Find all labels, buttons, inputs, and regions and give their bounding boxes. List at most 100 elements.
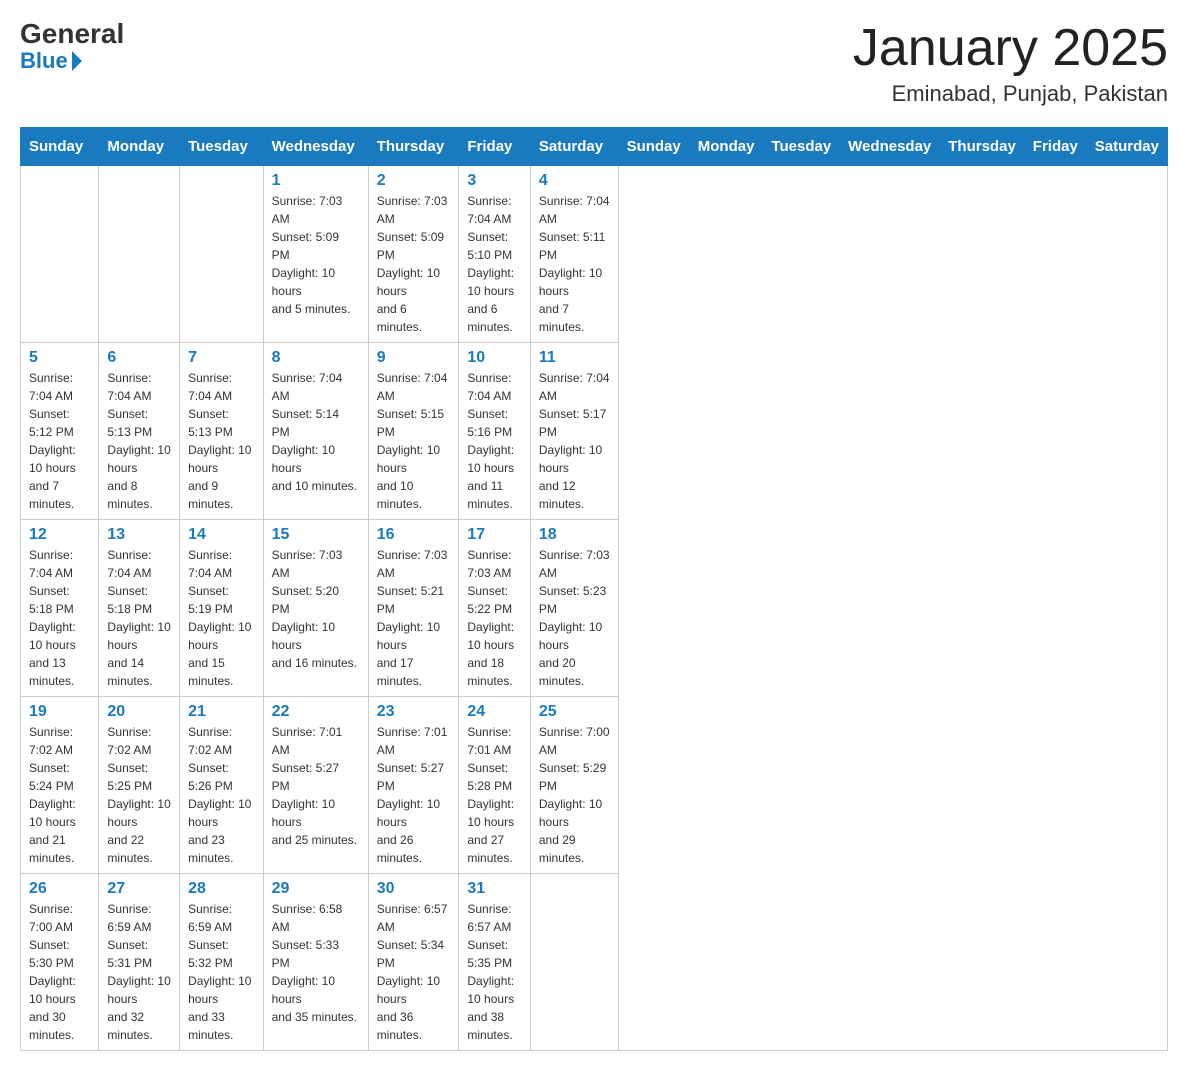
day-number: 3 — [467, 172, 521, 190]
calendar-cell: 5 Sunrise: 7:04 AM Sunset: 5:12 PM Daylig… — [21, 343, 99, 520]
calendar-cell: 4 Sunrise: 7:04 AM Sunset: 5:11 PM Daylig… — [530, 166, 618, 343]
day-number: 5 — [29, 349, 90, 367]
day-info: Sunrise: 7:04 AM Sunset: 5:15 PM Dayligh… — [377, 369, 451, 513]
calendar-cell: 27 Sunrise: 6:59 AM Sunset: 5:31 PM Dayli… — [99, 874, 180, 1051]
day-number: 10 — [467, 349, 521, 367]
day-number: 27 — [107, 880, 171, 898]
header-saturday: Saturday — [530, 128, 618, 166]
day-info: Sunrise: 6:57 AM Sunset: 5:34 PM Dayligh… — [377, 900, 451, 1044]
header-thursday: Thursday — [368, 128, 459, 166]
calendar-cell: 29 Sunrise: 6:58 AM Sunset: 5:33 PM Dayli… — [263, 874, 368, 1051]
day-number: 25 — [539, 703, 610, 721]
calendar-cell: 9 Sunrise: 7:04 AM Sunset: 5:15 PM Daylig… — [368, 343, 459, 520]
day-number: 11 — [539, 349, 610, 367]
day-number: 2 — [377, 172, 451, 190]
day-info: Sunrise: 7:04 AM Sunset: 5:16 PM Dayligh… — [467, 369, 521, 513]
day-info: Sunrise: 7:00 AM Sunset: 5:30 PM Dayligh… — [29, 900, 90, 1044]
calendar-cell: 3 Sunrise: 7:04 AM Sunset: 5:10 PM Daylig… — [459, 166, 530, 343]
day-number: 28 — [188, 880, 255, 898]
calendar-cell: 8Sunrise: 7:04 AM Sunset: 5:14 PM Daylig… — [263, 343, 368, 520]
header-tuesday: Tuesday — [180, 128, 264, 166]
calendar-cell: 17 Sunrise: 7:03 AM Sunset: 5:22 PM Dayli… — [459, 520, 530, 697]
calendar-cell — [180, 166, 264, 343]
calendar-cell: 23Sunrise: 7:01 AM Sunset: 5:27 PM Dayli… — [368, 697, 459, 874]
column-header-monday: Monday — [689, 128, 763, 166]
day-info: Sunrise: 6:59 AM Sunset: 5:31 PM Dayligh… — [107, 900, 171, 1044]
day-info: Sunrise: 7:00 AM Sunset: 5:29 PM Dayligh… — [539, 723, 610, 867]
calendar-cell — [99, 166, 180, 343]
calendar-cell — [530, 874, 618, 1051]
day-number: 13 — [107, 526, 171, 544]
calendar-cell: 6 Sunrise: 7:04 AM Sunset: 5:13 PM Daylig… — [99, 343, 180, 520]
header-sunday: Sunday — [21, 128, 99, 166]
day-number: 18 — [539, 526, 610, 544]
day-info: Sunrise: 7:03 AM Sunset: 5:23 PM Dayligh… — [539, 546, 610, 690]
week-row-3: 12Sunrise: 7:04 AM Sunset: 5:18 PM Dayli… — [21, 520, 1168, 697]
day-info: Sunrise: 7:02 AM Sunset: 5:26 PM Dayligh… — [188, 723, 255, 867]
column-header-saturday: Saturday — [1086, 128, 1167, 166]
title-section: January 2025 Eminabad, Punjab, Pakistan — [853, 20, 1168, 107]
day-info: Sunrise: 7:02 AM Sunset: 5:25 PM Dayligh… — [107, 723, 171, 867]
calendar-cell — [21, 166, 99, 343]
week-row-1: 1 Sunrise: 7:03 AM Sunset: 5:09 PM Daylig… — [21, 166, 1168, 343]
day-number: 8 — [272, 349, 360, 367]
day-number: 4 — [539, 172, 610, 190]
calendar-cell: 14 Sunrise: 7:04 AM Sunset: 5:19 PM Dayli… — [180, 520, 264, 697]
calendar-cell: 25 Sunrise: 7:00 AM Sunset: 5:29 PM Dayli… — [530, 697, 618, 874]
day-number: 9 — [377, 349, 451, 367]
day-info: Sunrise: 7:04 AM Sunset: 5:19 PM Dayligh… — [188, 546, 255, 690]
month-title: January 2025 — [853, 20, 1168, 77]
day-info: Sunrise: 6:58 AM Sunset: 5:33 PM Dayligh… — [272, 900, 360, 1026]
calendar-cell: 15Sunrise: 7:03 AM Sunset: 5:20 PM Dayli… — [263, 520, 368, 697]
day-info: Sunrise: 7:02 AM Sunset: 5:24 PM Dayligh… — [29, 723, 90, 867]
calendar-cell: 20 Sunrise: 7:02 AM Sunset: 5:25 PM Dayli… — [99, 697, 180, 874]
day-number: 29 — [272, 880, 360, 898]
calendar-cell: 21Sunrise: 7:02 AM Sunset: 5:26 PM Dayli… — [180, 697, 264, 874]
day-number: 16 — [377, 526, 451, 544]
calendar-cell: 26Sunrise: 7:00 AM Sunset: 5:30 PM Dayli… — [21, 874, 99, 1051]
week-row-5: 26Sunrise: 7:00 AM Sunset: 5:30 PM Dayli… — [21, 874, 1168, 1051]
calendar-cell: 24Sunrise: 7:01 AM Sunset: 5:28 PM Dayli… — [459, 697, 530, 874]
calendar-cell: 28 Sunrise: 6:59 AM Sunset: 5:32 PM Dayli… — [180, 874, 264, 1051]
calendar-cell: 7Sunrise: 7:04 AM Sunset: 5:13 PM Daylig… — [180, 343, 264, 520]
day-info: Sunrise: 7:03 AM Sunset: 5:22 PM Dayligh… — [467, 546, 521, 690]
calendar-cell: 11Sunrise: 7:04 AM Sunset: 5:17 PM Dayli… — [530, 343, 618, 520]
column-header-thursday: Thursday — [940, 128, 1025, 166]
column-header-sunday: Sunday — [618, 128, 689, 166]
day-number: 20 — [107, 703, 171, 721]
calendar-cell: 16Sunrise: 7:03 AM Sunset: 5:21 PM Dayli… — [368, 520, 459, 697]
calendar-cell: 19Sunrise: 7:02 AM Sunset: 5:24 PM Dayli… — [21, 697, 99, 874]
calendar-cell: 13Sunrise: 7:04 AM Sunset: 5:18 PM Dayli… — [99, 520, 180, 697]
day-number: 24 — [467, 703, 521, 721]
page-header: General Blue January 2025 Eminabad, Punj… — [20, 20, 1168, 107]
day-info: Sunrise: 7:04 AM Sunset: 5:11 PM Dayligh… — [539, 192, 610, 336]
location-title: Eminabad, Punjab, Pakistan — [853, 81, 1168, 107]
day-info: Sunrise: 7:03 AM Sunset: 5:20 PM Dayligh… — [272, 546, 360, 672]
day-number: 7 — [188, 349, 255, 367]
day-info: Sunrise: 6:57 AM Sunset: 5:35 PM Dayligh… — [467, 900, 521, 1044]
day-number: 17 — [467, 526, 521, 544]
calendar-cell: 1 Sunrise: 7:03 AM Sunset: 5:09 PM Daylig… — [263, 166, 368, 343]
calendar-cell: 22Sunrise: 7:01 AM Sunset: 5:27 PM Dayli… — [263, 697, 368, 874]
day-info: Sunrise: 7:04 AM Sunset: 5:10 PM Dayligh… — [467, 192, 521, 336]
day-number: 14 — [188, 526, 255, 544]
calendar-cell: 12Sunrise: 7:04 AM Sunset: 5:18 PM Dayli… — [21, 520, 99, 697]
day-info: Sunrise: 6:59 AM Sunset: 5:32 PM Dayligh… — [188, 900, 255, 1044]
calendar-cell: 31Sunrise: 6:57 AM Sunset: 5:35 PM Dayli… — [459, 874, 530, 1051]
header-friday: Friday — [459, 128, 530, 166]
day-number: 30 — [377, 880, 451, 898]
column-header-tuesday: Tuesday — [763, 128, 840, 166]
calendar-cell: 2Sunrise: 7:03 AM Sunset: 5:09 PM Daylig… — [368, 166, 459, 343]
header-monday: Monday — [99, 128, 180, 166]
column-header-friday: Friday — [1024, 128, 1086, 166]
logo-blue-text: Blue — [20, 48, 82, 74]
column-header-wednesday: Wednesday — [840, 128, 940, 166]
day-number: 23 — [377, 703, 451, 721]
day-info: Sunrise: 7:04 AM Sunset: 5:12 PM Dayligh… — [29, 369, 90, 513]
day-number: 1 — [272, 172, 360, 190]
day-info: Sunrise: 7:03 AM Sunset: 5:09 PM Dayligh… — [272, 192, 360, 318]
day-number: 6 — [107, 349, 171, 367]
calendar-header-row: SundayMondayTuesdayWednesdayThursdayFrid… — [21, 128, 1168, 166]
day-info: Sunrise: 7:04 AM Sunset: 5:13 PM Dayligh… — [107, 369, 171, 513]
day-info: Sunrise: 7:04 AM Sunset: 5:18 PM Dayligh… — [29, 546, 90, 690]
